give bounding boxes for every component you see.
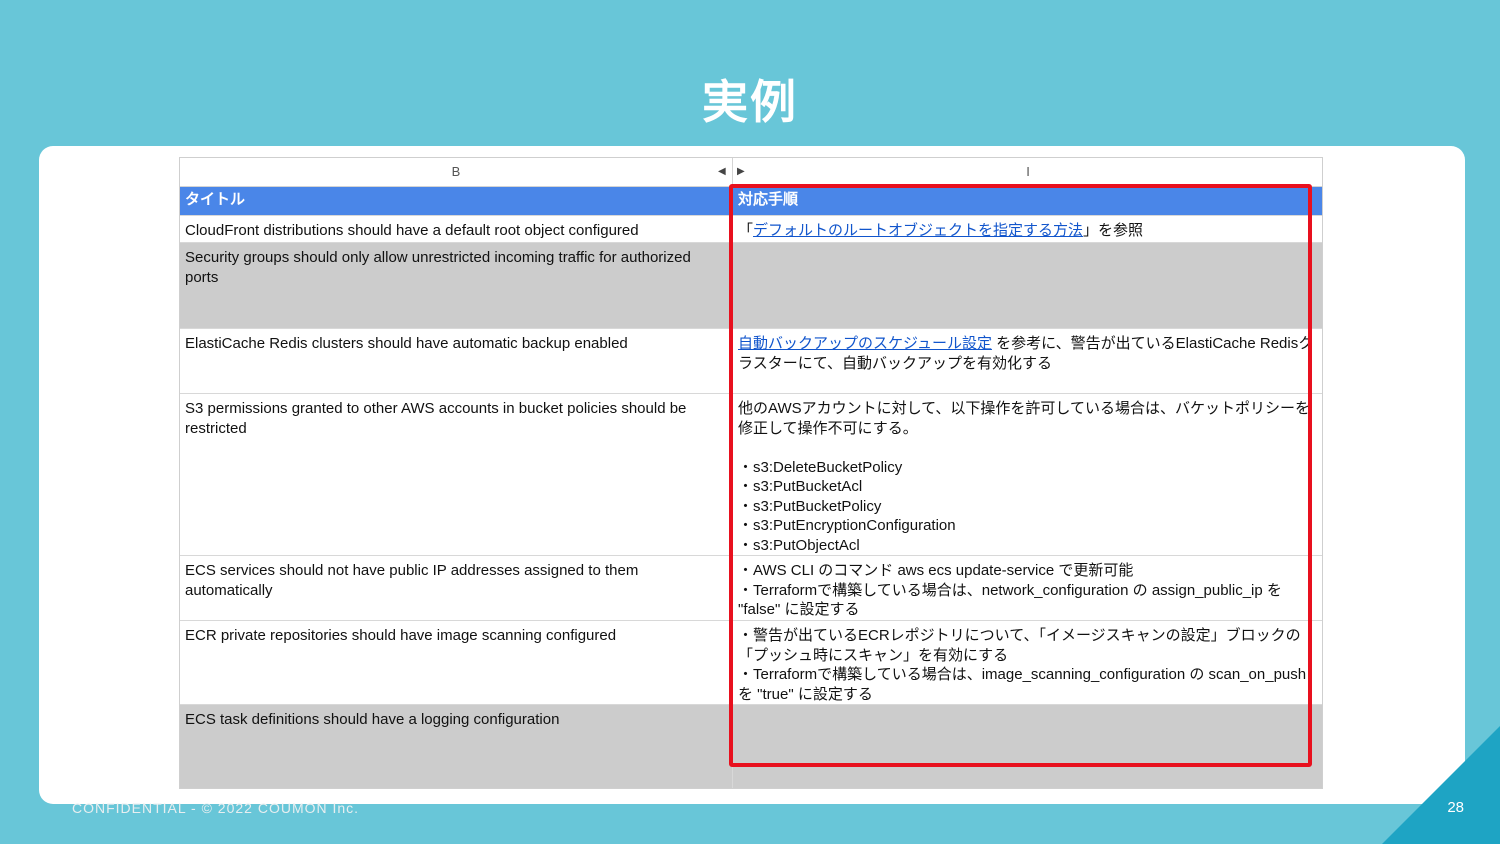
row-procedure-cell[interactable] [732,243,1322,328]
column-i-header[interactable]: I [732,158,1322,186]
row-procedure-cell[interactable]: 他のAWSアカウントに対して、以下操作を許可している場合は、バケットポリシーを修… [732,394,1322,555]
row-title-cell[interactable]: S3 permissions granted to other AWS acco… [180,394,732,555]
row-procedure-cell[interactable] [732,705,1322,788]
backup-schedule-link[interactable]: 自動バックアップのスケジュール設定 [738,335,992,352]
procedure-item: ・s3:PutEncryptionConfiguration [738,517,956,534]
column-header-bar: B ◀ I ▶ [180,158,1322,187]
collapse-left-icon[interactable]: ◀ [718,166,726,177]
table-row: ElastiCache Redis clusters should have a… [180,329,1322,394]
procedure-intro: 他のAWSアカウントに対して、以下操作を許可している場合は、バケットポリシーを修… [738,400,1310,437]
row-procedure-cell[interactable]: 自動バックアップのスケジュール設定 を参考に、警告が出ているElastiCach… [732,329,1322,393]
procedure-item: ・s3:PutBucketAcl [738,478,863,495]
header-procedure-cell[interactable]: 対応手順 [732,187,1322,215]
row-title-cell[interactable]: ECS task definitions should have a loggi… [180,705,732,788]
row-procedure-cell[interactable]: ・警告が出ているECRレポジトリについて、「イメージスキャンの設定」ブロックの「… [732,621,1322,704]
corner-triangle [1382,726,1500,844]
procedure-line: ・警告が出ているECRレポジトリについて、「イメージスキャンの設定」ブロックの「… [738,627,1301,664]
procedure-item: ・s3:PutBucketPolicy [738,497,882,515]
row-title-cell[interactable]: Security groups should only allow unrest… [180,243,732,328]
confidential-footer: CONFIDENTIAL - © 2022 COUMON Inc. [72,800,360,816]
procedure-prefix: 「 [738,222,754,239]
table-row: ECS services should not have public IP a… [180,556,1322,621]
table-row: ECS task definitions should have a loggi… [180,705,1322,788]
expand-right-icon[interactable]: ▶ [737,166,745,177]
row-procedure-cell[interactable]: ・AWS CLI のコマンド aws ecs update-service で更… [732,556,1322,620]
table-row: CloudFront distributions should have a d… [180,216,1322,243]
procedure-item: ・s3:PutObjectAcl [738,536,860,554]
procedure-suffix: 」を参照 [1083,222,1144,239]
procedure-line: ・AWS CLI のコマンド aws ecs update-service で更… [738,562,1134,579]
spreadsheet-screenshot: B ◀ I ▶ タイトル 対応手順 CloudFront distributio… [179,157,1323,789]
table-row: S3 permissions granted to other AWS acco… [180,394,1322,556]
procedure-line: ・Terraformで構築している場合は、image_scanning_conf… [738,666,1311,703]
column-b-header[interactable]: B [180,158,732,186]
procedure-line: ・Terraformで構築している場合は、network_configurati… [738,581,1287,619]
page-number: 28 [1447,799,1464,816]
default-root-object-link[interactable]: デフォルトのルートオブジェクトを指定する方法 [753,222,1083,239]
row-title-cell[interactable]: ECS services should not have public IP a… [180,556,732,620]
procedure-item: ・s3:DeleteBucketPolicy [738,458,903,476]
row-title-cell[interactable]: ECR private repositories should have ima… [180,621,732,704]
slide-title: 実例 [702,75,798,129]
table-header-row: タイトル 対応手順 [180,187,1322,216]
row-title-cell[interactable]: CloudFront distributions should have a d… [180,216,732,242]
row-title-cell[interactable]: ElastiCache Redis clusters should have a… [180,329,732,393]
header-title-cell[interactable]: タイトル [180,187,732,215]
table-row: Security groups should only allow unrest… [180,243,1322,329]
row-procedure-cell[interactable]: 「デフォルトのルートオブジェクトを指定する方法」を参照 [732,216,1322,242]
table-row: ECR private repositories should have ima… [180,621,1322,705]
